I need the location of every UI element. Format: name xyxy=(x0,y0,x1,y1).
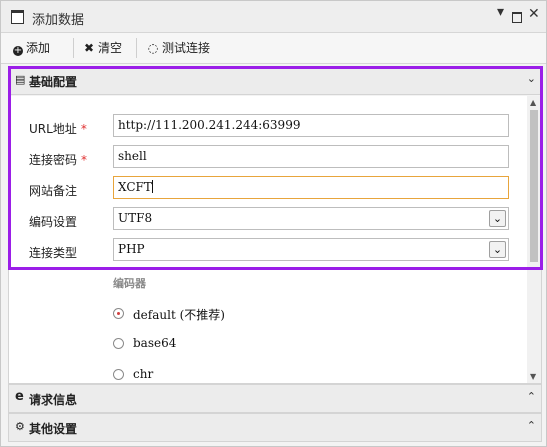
chevron-down-icon[interactable]: ⌄ xyxy=(489,210,506,227)
encoding-row: 编码设置 UTF8 ⌄ xyxy=(9,207,519,233)
basic-config-header[interactable]: ▤ 基础配置 ⌄ xyxy=(8,66,542,95)
clear-button[interactable]: ✖ 清空 xyxy=(83,40,122,56)
encoding-select[interactable]: UTF8 ⌄ xyxy=(113,207,509,230)
encoder-option-label: default (不推荐) xyxy=(133,308,225,322)
gears-icon: ⚙ xyxy=(15,420,25,433)
url-input[interactable]: http://111.200.241.244:63999 xyxy=(113,114,509,137)
type-value: PHP xyxy=(118,242,145,256)
url-row: URL地址 * http://111.200.241.244:63999 xyxy=(9,114,519,140)
file-icon: ▤ xyxy=(15,73,26,86)
note-input[interactable]: XCFT xyxy=(113,176,509,199)
radio-icon[interactable] xyxy=(113,338,124,349)
x-icon: ✖ xyxy=(83,41,95,55)
url-label: URL地址 * xyxy=(29,122,87,136)
type-row: 连接类型 PHP ⌄ xyxy=(9,238,519,264)
basic-config-panel: URL地址 * http://111.200.241.244:63999 连接密码… xyxy=(8,96,542,384)
minimize-icon[interactable]: ▾ xyxy=(497,5,504,19)
clear-label: 清空 xyxy=(98,41,123,55)
chevron-down-icon[interactable]: ⌄ xyxy=(489,241,506,258)
add-data-window: 添加数据 ▾ ✕ + 添加 ✖ 清空 ◌ 测试连接 ▤ 基础配置 ⌄ URL地址 * h… xyxy=(0,0,547,447)
plus-circle-icon: + xyxy=(13,45,23,56)
add-button[interactable]: + 添加 xyxy=(13,40,50,56)
request-info-header[interactable]: e 请求信息 ⌃ xyxy=(8,384,542,413)
basic-config-title: 基础配置 xyxy=(29,75,78,89)
chevron-up-icon[interactable]: ⌃ xyxy=(527,390,536,403)
scroll-down-icon[interactable]: ▼ xyxy=(530,372,536,381)
chevron-up-icon[interactable]: ⌃ xyxy=(527,419,536,432)
required-mark: * xyxy=(81,153,88,167)
encoder-option-label: chr xyxy=(133,367,154,381)
encoding-label: 编码设置 xyxy=(29,215,78,229)
close-icon[interactable]: ✕ xyxy=(528,7,540,21)
radio-icon[interactable] xyxy=(113,369,124,380)
type-select[interactable]: PHP ⌄ xyxy=(113,238,509,261)
other-settings-title: 其他设置 xyxy=(29,422,78,436)
test-connection-button[interactable]: ◌ 测试连接 xyxy=(147,40,210,56)
window-icon xyxy=(11,10,24,24)
title-bar[interactable]: 添加数据 ▾ ✕ xyxy=(1,1,546,33)
toolbar-divider xyxy=(136,38,137,58)
encoder-option-label: base64 xyxy=(133,336,177,350)
type-label: 连接类型 xyxy=(29,246,78,260)
window-title: 添加数据 xyxy=(32,13,85,28)
toolbar: + 添加 ✖ 清空 ◌ 测试连接 xyxy=(1,33,546,64)
encoder-label: 编码器 xyxy=(113,277,146,290)
request-info-title: 请求信息 xyxy=(29,393,78,407)
password-input[interactable]: shell xyxy=(113,145,509,168)
scrollbar-thumb[interactable] xyxy=(530,110,538,262)
maximize-icon[interactable] xyxy=(512,12,522,23)
scroll-up-icon[interactable]: ▲ xyxy=(530,98,536,107)
chevron-down-icon[interactable]: ⌄ xyxy=(527,72,536,85)
required-mark: * xyxy=(80,122,87,136)
add-label: 添加 xyxy=(26,41,51,55)
note-value: XCFT xyxy=(118,180,152,194)
note-label: 网站备注 xyxy=(29,184,78,198)
password-row: 连接密码 * shell xyxy=(9,145,519,171)
radio-selected-icon[interactable] xyxy=(113,308,124,319)
password-label: 连接密码 * xyxy=(29,153,88,167)
scrollbar[interactable]: ▲ ▼ xyxy=(527,96,541,383)
browser-e-icon: e xyxy=(15,389,24,404)
toolbar-divider xyxy=(73,38,74,58)
spinner-icon: ◌ xyxy=(147,41,159,55)
text-caret xyxy=(151,180,153,193)
test-connection-label: 测试连接 xyxy=(162,41,211,55)
encoding-value: UTF8 xyxy=(118,211,153,225)
note-row: 网站备注 XCFT xyxy=(9,176,519,202)
other-settings-header[interactable]: ⚙ 其他设置 ⌃ xyxy=(8,413,542,442)
